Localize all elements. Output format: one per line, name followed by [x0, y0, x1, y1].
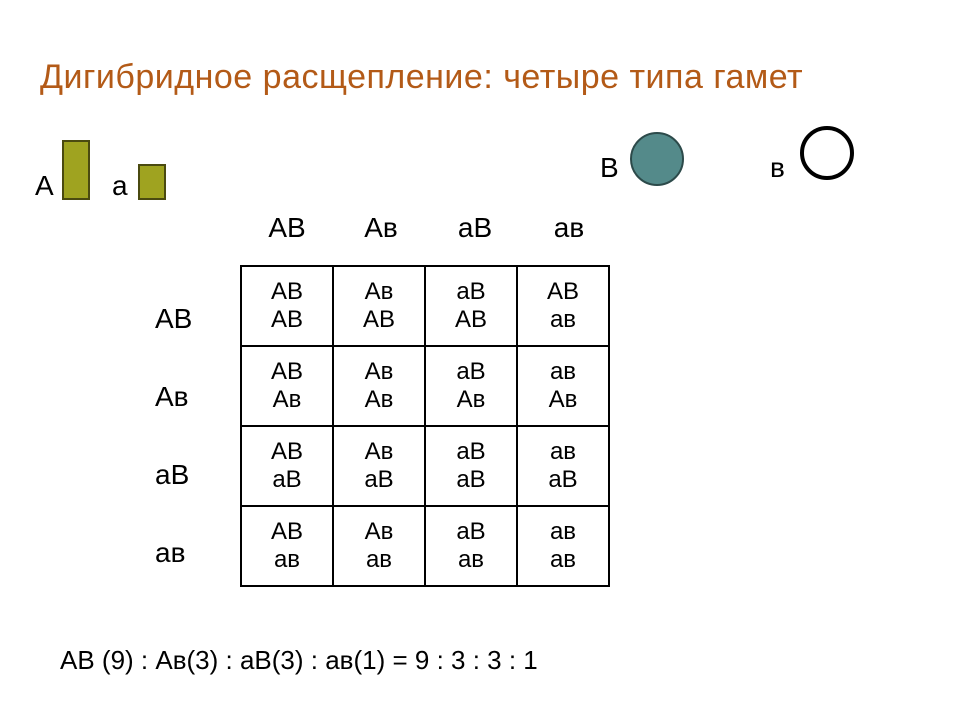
- row-header: АВ: [155, 280, 192, 358]
- circle-open-icon: [800, 126, 854, 180]
- bar-big-icon: [62, 140, 90, 200]
- cell: АВаВ: [241, 426, 333, 506]
- cell: аВАВ: [425, 266, 517, 346]
- table-row: АВАв АвАв аВАв авАв: [241, 346, 609, 426]
- allele-A-big-label: А: [35, 170, 54, 202]
- cell: АВАв: [241, 346, 333, 426]
- row-header: аВ: [155, 436, 192, 514]
- bar-small-icon: [138, 164, 166, 200]
- col-header: аВ: [428, 212, 522, 244]
- cell: АВав: [517, 266, 609, 346]
- col-header: Ав: [334, 212, 428, 244]
- row-headers: АВ Ав аВ ав: [155, 280, 192, 592]
- cell: Авав: [333, 506, 425, 586]
- cell: АВАВ: [241, 266, 333, 346]
- table-row: АВАВ АвАВ аВАВ АВав: [241, 266, 609, 346]
- cell: аВаВ: [425, 426, 517, 506]
- cell: АвАв: [333, 346, 425, 426]
- row-header: Ав: [155, 358, 192, 436]
- col-header: АВ: [240, 212, 334, 244]
- allele-a-small-label: а: [112, 170, 128, 202]
- circle-filled-icon: [630, 132, 684, 186]
- table-row: АВав Авав аВав авав: [241, 506, 609, 586]
- column-headers: АВ Ав аВ ав: [240, 212, 616, 244]
- cell: авАв: [517, 346, 609, 426]
- allele-b-small-label: в: [770, 152, 785, 184]
- cell: авав: [517, 506, 609, 586]
- cell: аВАв: [425, 346, 517, 426]
- cell: аваВ: [517, 426, 609, 506]
- punnett-square: АВАВ АвАВ аВАВ АВав АВАв АвАв аВАв авАв …: [240, 265, 610, 587]
- cell: АвАВ: [333, 266, 425, 346]
- cell: аВав: [425, 506, 517, 586]
- allele-B-big-label: В: [600, 152, 619, 184]
- slide-title: Дигибридное расщепление: четыре типа гам…: [40, 58, 803, 97]
- allele-legend: А а В в: [0, 130, 960, 220]
- phenotype-ratio: АВ (9) : Ав(3) : аВ(3) : ав(1) = 9 : 3 :…: [60, 645, 538, 676]
- col-header: ав: [522, 212, 616, 244]
- cell: АВав: [241, 506, 333, 586]
- table-row: АВаВ АваВ аВаВ аваВ: [241, 426, 609, 506]
- row-header: ав: [155, 514, 192, 592]
- cell: АваВ: [333, 426, 425, 506]
